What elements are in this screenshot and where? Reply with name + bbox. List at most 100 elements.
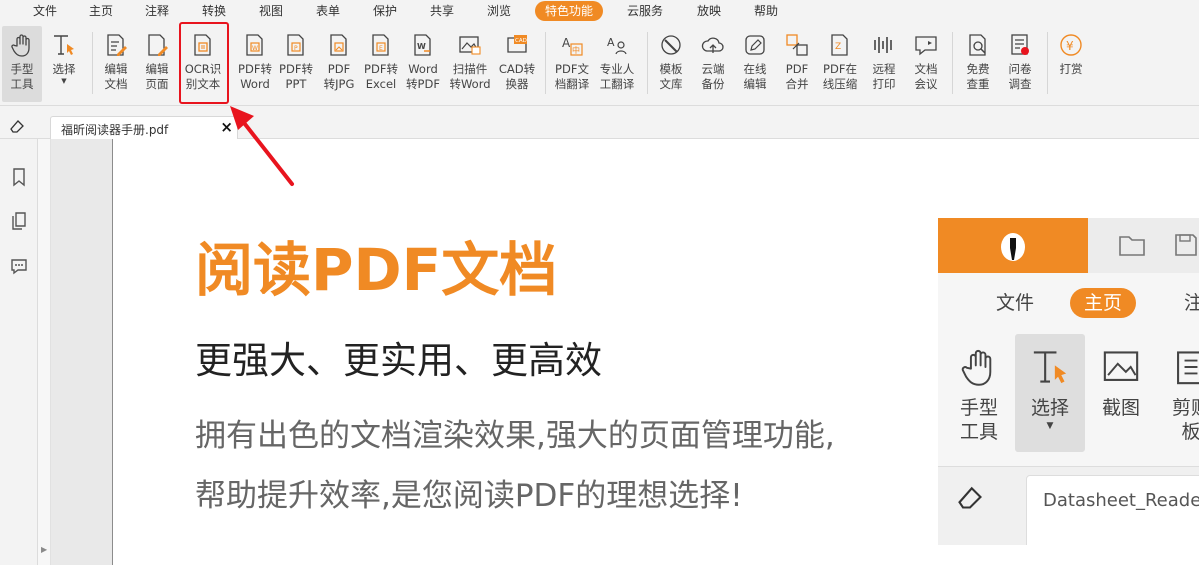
- pdf-to-jpg-icon: [326, 32, 352, 58]
- svg-text:W: W: [252, 45, 258, 52]
- logo-icon: [1001, 233, 1025, 261]
- pdf-to-word-icon: W: [242, 32, 268, 58]
- highlight-box: [179, 22, 229, 104]
- tool-remote-print[interactable]: 远程 打印: [864, 26, 904, 102]
- document-tab-title: 福昕阅读器手册.pdf: [61, 123, 169, 137]
- menu-file[interactable]: 文件: [33, 1, 57, 21]
- svg-text:A: A: [562, 36, 571, 50]
- tool-survey[interactable]: 问卷 调查: [1000, 26, 1040, 102]
- hand-icon: [961, 349, 992, 386]
- tool-pdf-translate[interactable]: A中 PDF文 档翻译: [551, 26, 593, 102]
- print-bars-icon: [871, 32, 897, 58]
- menu-comment[interactable]: 注释: [145, 1, 169, 21]
- svg-text:¥: ¥: [1066, 39, 1074, 53]
- cloud-upload-icon: [700, 32, 726, 58]
- text-cursor-icon: [1033, 351, 1067, 384]
- tool-doc-meeting[interactable]: 文档 会议: [906, 26, 946, 102]
- pencil-icon: [742, 32, 768, 58]
- document-tab-bar: 福昕阅读器手册.pdf ×: [0, 107, 1199, 140]
- tool-online-edit[interactable]: 在线 编辑: [736, 26, 774, 102]
- pdf-to-excel-icon: E: [368, 32, 394, 58]
- menu-convert[interactable]: 转换: [202, 1, 226, 21]
- page-body-line-2: 帮助提升效率,是您阅读PDF的理想选择!: [195, 478, 743, 514]
- preview-tab-home: 主页: [1070, 288, 1137, 318]
- menu-share[interactable]: 共享: [430, 1, 454, 21]
- tool-template[interactable]: 模板 文库: [652, 26, 690, 102]
- ribbon-divider: [92, 32, 93, 94]
- bookmark-icon[interactable]: [9, 167, 29, 187]
- svg-text:W: W: [417, 42, 426, 51]
- preview-tab-comment: 注: [1184, 292, 1199, 314]
- folder-icon: [1119, 236, 1145, 256]
- svg-text:P: P: [294, 45, 298, 52]
- menu-features[interactable]: 特色功能: [535, 1, 604, 21]
- tool-cloud-backup[interactable]: 云端 备份: [694, 26, 732, 102]
- menu-bar: 文件 主页 注释 转换 视图 表单 保护 共享 浏览 特色功能 云服务 放映 帮…: [0, 0, 1199, 22]
- tool-hand[interactable]: 手型 工具: [2, 26, 42, 102]
- preview-document-tab: Datasheet_Reade: [1026, 475, 1199, 545]
- edit-document-icon: [103, 32, 129, 58]
- document-gutter: [51, 139, 113, 565]
- menu-home[interactable]: 主页: [89, 1, 113, 21]
- tool-pdf-to-excel[interactable]: E PDF转 Excel: [360, 26, 402, 102]
- cad-icon: CAD: [504, 32, 530, 58]
- edit-page-icon: [144, 32, 170, 58]
- coin-icon: ¥: [1058, 32, 1084, 58]
- page-body-line-1: 拥有出色的文档渲染效果,强大的页面管理功能,: [195, 418, 835, 454]
- document-tab[interactable]: 福昕阅读器手册.pdf ×: [50, 116, 238, 140]
- tool-human-translate[interactable]: A 专业人 工翻译: [595, 26, 639, 102]
- ribbon-divider: [545, 32, 546, 94]
- menu-protect[interactable]: 保护: [373, 1, 397, 21]
- svg-text:中: 中: [572, 45, 580, 55]
- image-icon: [1103, 351, 1139, 381]
- pages-icon[interactable]: [9, 211, 29, 231]
- menu-view[interactable]: 视图: [259, 1, 283, 21]
- tool-pdf-to-jpg[interactable]: PDF 转JPG: [318, 26, 360, 102]
- menu-help[interactable]: 帮助: [754, 1, 778, 21]
- app-preview-image: 文件 主页 注 手型 工具 选择 ▼ 截图 剪贴 板 Datasheet_Rea…: [938, 218, 1199, 545]
- chevron-down-icon: ▼: [1046, 421, 1054, 431]
- menu-form[interactable]: 表单: [316, 1, 340, 21]
- ribbon-divider: [952, 32, 953, 94]
- tool-pdf-compress[interactable]: Z PDF在 线压缩: [818, 26, 862, 102]
- preview-tool-clipboard: 剪贴 板: [1156, 334, 1199, 452]
- clipboard-icon: [1177, 351, 1199, 385]
- tool-pdf-to-ppt[interactable]: P PDF转 PPT: [276, 26, 316, 102]
- tool-edit-text[interactable]: 编辑 文档: [97, 26, 135, 102]
- svg-text:CAD: CAD: [515, 38, 527, 44]
- tool-reward[interactable]: ¥ 打赏: [1054, 26, 1088, 102]
- preview-tab-file: 文件: [996, 292, 1035, 314]
- page-heading: 阅读PDF文档: [195, 236, 558, 304]
- app-window: 文件 主页 注释 转换 视图 表单 保护 共享 浏览 特色功能 云服务 放映 帮…: [0, 0, 1199, 565]
- eraser-icon[interactable]: [9, 118, 25, 134]
- eraser-icon: [958, 486, 982, 509]
- preview-tool-select: 选择 ▼: [1015, 334, 1085, 452]
- comment-icon[interactable]: [9, 256, 29, 276]
- survey-icon: [1007, 32, 1033, 58]
- menu-browse[interactable]: 浏览: [487, 1, 511, 21]
- ribbon-divider: [647, 32, 648, 94]
- human-translate-icon: A: [604, 32, 630, 58]
- merge-icon: [784, 32, 810, 58]
- menu-present[interactable]: 放映: [697, 1, 721, 21]
- sidebar-expand-handle[interactable]: ▶: [38, 139, 51, 565]
- close-icon[interactable]: ×: [220, 118, 233, 136]
- scan-icon: [457, 32, 483, 58]
- menu-cloud[interactable]: 云服务: [627, 1, 663, 21]
- tool-edit-page[interactable]: 编辑 页面: [138, 26, 176, 102]
- tool-pdf-to-word[interactable]: W PDF转 Word: [234, 26, 276, 102]
- tool-pdf-merge[interactable]: PDF 合并: [778, 26, 816, 102]
- translate-icon: A中: [559, 32, 585, 58]
- svg-text:A: A: [607, 36, 615, 49]
- preview-titlebar-accent: [938, 218, 1088, 273]
- tool-cad-converter[interactable]: CAD CAD转 换器: [496, 26, 538, 102]
- preview-tool-hand: 手型 工具: [944, 334, 1014, 452]
- tool-select[interactable]: 选择 ▼: [44, 26, 84, 102]
- tool-free-check[interactable]: 免费 查重: [958, 26, 998, 102]
- tool-scan-to-word[interactable]: 扫描件 转Word: [448, 26, 492, 102]
- hand-icon: [9, 32, 35, 58]
- ribbon-divider: [1047, 32, 1048, 94]
- svg-text:E: E: [379, 45, 383, 52]
- tool-word-to-pdf[interactable]: W Word 转PDF: [402, 26, 444, 102]
- magnifier-doc-icon: [965, 32, 991, 58]
